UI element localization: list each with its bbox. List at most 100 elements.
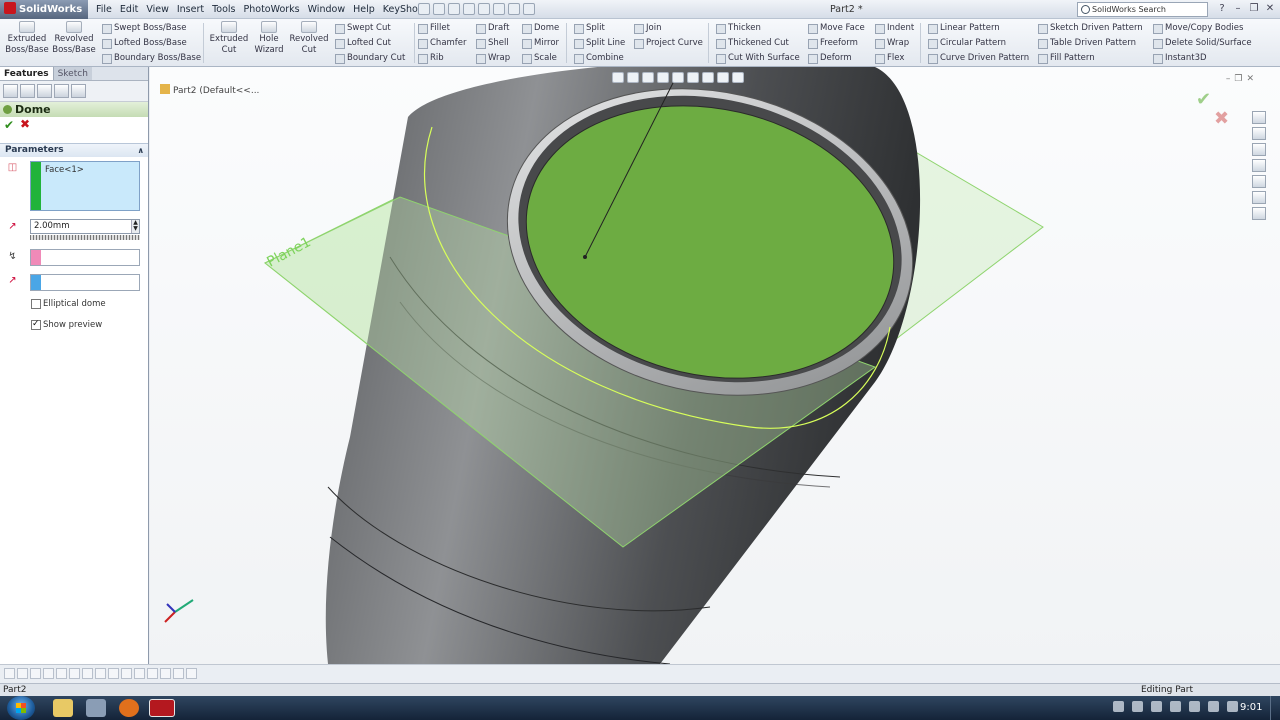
split-line-button[interactable]: Split Line [573,36,625,50]
section-view-icon[interactable] [657,72,669,83]
menu-window[interactable]: Window [304,0,349,19]
scale-button[interactable]: Scale [521,51,557,65]
sketch-tool-icon[interactable] [4,668,15,679]
menu-file[interactable]: File [92,0,116,19]
menu-view[interactable]: View [142,0,173,19]
viewport-close-icon[interactable]: ✕ [1246,74,1254,84]
move-face-button[interactable]: Move Face [807,21,865,35]
firefox-icon[interactable] [119,699,139,717]
viewport-minimize-icon[interactable]: – [1226,74,1231,84]
ok-check-icon[interactable]: ✔ [4,118,14,132]
mirror-tool-icon[interactable] [134,668,145,679]
lofted-boss-button[interactable]: Lofted Boss/Base [101,36,187,50]
direction-field[interactable] [30,274,140,291]
constraint-point-field[interactable] [30,249,140,266]
project-curve-button[interactable]: Project Curve [633,36,703,50]
line-tool-icon[interactable] [17,668,28,679]
tab-features[interactable]: Features [0,67,53,80]
revolved-boss-button[interactable]: Revolved Boss/Base [51,21,97,56]
print-icon[interactable] [463,3,475,15]
fillet-button[interactable]: Fillet [417,21,450,35]
help-icon[interactable]: ? [1216,3,1228,15]
delete-solid-surface-button[interactable]: Delete Solid/Surface [1152,36,1252,50]
draft-button[interactable]: Draft [475,21,509,35]
boundary-cut-button[interactable]: Boundary Cut [334,51,405,65]
instant3d-button[interactable]: Instant3D [1152,51,1207,65]
relations-tool-icon[interactable] [147,668,158,679]
wrap-button[interactable]: Wrap [475,51,510,65]
cut-with-surface-button[interactable]: Cut With Surface [715,51,800,65]
swept-cut-button[interactable]: Swept Cut [334,21,391,35]
flex-button[interactable]: Flex [874,51,904,65]
explorer-icon[interactable] [53,699,73,717]
property-manager-icon[interactable] [20,84,35,98]
open-icon[interactable] [433,3,445,15]
file-explorer-icon[interactable] [1252,143,1266,156]
graphics-area[interactable]: Plane1 Part2 (Default<<... – ❐ ✕ ✔ ✖ [150,67,1280,664]
mirror-button[interactable]: Mirror [521,36,559,50]
centerline-tool-icon[interactable] [95,668,106,679]
menu-photoworks[interactable]: PhotoWorks [240,0,304,19]
revolved-cut-button[interactable]: Revolved Cut [286,21,332,56]
save-icon[interactable] [448,3,460,15]
spline-tool-icon[interactable] [69,668,80,679]
rebuild-icon[interactable] [508,3,520,15]
apply-scene-icon[interactable] [732,72,744,83]
speaker-icon[interactable] [1208,701,1219,712]
restore-icon[interactable]: ❐ [1248,3,1260,15]
cancel-x-icon[interactable]: ✖ [20,117,30,131]
curve-driven-pattern-button[interactable]: Curve Driven Pattern [927,51,1029,65]
collapse-chevron-icon[interactable]: ∧ [138,144,145,157]
show-desktop-button[interactable] [1270,696,1280,720]
circle-tool-icon[interactable] [43,668,54,679]
more-tools-icon[interactable] [186,668,197,679]
point-tool-icon[interactable] [82,668,93,679]
search-results-icon[interactable] [1252,159,1266,172]
appearances-icon[interactable] [1252,191,1266,204]
distance-input[interactable]: 2.00mm ▲ ▼ [30,219,140,234]
custom-properties-icon[interactable] [1252,207,1266,220]
freeform-button[interactable]: Freeform [807,36,858,50]
distance-spinner[interactable]: ▲ ▼ [131,220,139,233]
dome-button[interactable]: Dome [521,21,559,35]
dimension-tool-icon[interactable] [160,668,171,679]
solidworks-taskbar-icon[interactable] [149,699,175,717]
usb-icon[interactable] [1189,701,1200,712]
split-button[interactable]: Split [573,21,605,35]
trim-tool-icon[interactable] [121,668,132,679]
feature-manager-icon[interactable] [3,84,18,98]
new-icon[interactable] [418,3,430,15]
display-manager-icon[interactable] [71,84,86,98]
boundary-boss-button[interactable]: Boundary Boss/Base [101,51,201,65]
tab-sketch[interactable]: Sketch [52,67,92,80]
clock[interactable]: 9:01 [1240,696,1262,720]
move-copy-bodies-button[interactable]: Move/Copy Bodies [1152,21,1243,35]
search-input[interactable]: SolidWorks Search [1077,2,1208,17]
menu-insert[interactable]: Insert [173,0,208,19]
feature-tree-flyout[interactable]: Part2 (Default<<... [160,84,259,96]
start-button[interactable] [7,696,35,720]
display-style-icon[interactable] [687,72,699,83]
view-orientation-icon[interactable] [672,72,684,83]
previous-view-icon[interactable] [642,72,654,83]
viewport-restore-icon[interactable]: ❐ [1234,74,1242,84]
hide-show-icon[interactable] [702,72,714,83]
distance-thumbwheel[interactable] [30,235,140,240]
shell-button[interactable]: Shell [475,36,509,50]
faces-selection-box[interactable]: Face<1> [30,161,140,211]
options-icon[interactable] [523,3,535,15]
thicken-button[interactable]: Thicken [715,21,761,35]
view-palette-icon[interactable] [1252,175,1266,188]
undo-icon[interactable] [478,3,490,15]
confirm-corner-cancel-icon[interactable]: ✖ [1214,108,1229,129]
join-button[interactable]: Join [633,21,661,35]
close-icon[interactable]: ✕ [1264,3,1276,15]
rib-button[interactable]: Rib [417,51,444,65]
selected-face[interactable]: Face<1> [45,165,84,175]
swept-boss-button[interactable]: Swept Boss/Base [101,21,186,35]
indent-button[interactable]: Indent [874,21,914,35]
volume-icon[interactable] [1170,701,1181,712]
sketch-driven-pattern-button[interactable]: Sketch Driven Pattern [1037,21,1143,35]
deform-button[interactable]: Deform [807,51,852,65]
extruded-boss-button[interactable]: Extruded Boss/Base [4,21,50,56]
